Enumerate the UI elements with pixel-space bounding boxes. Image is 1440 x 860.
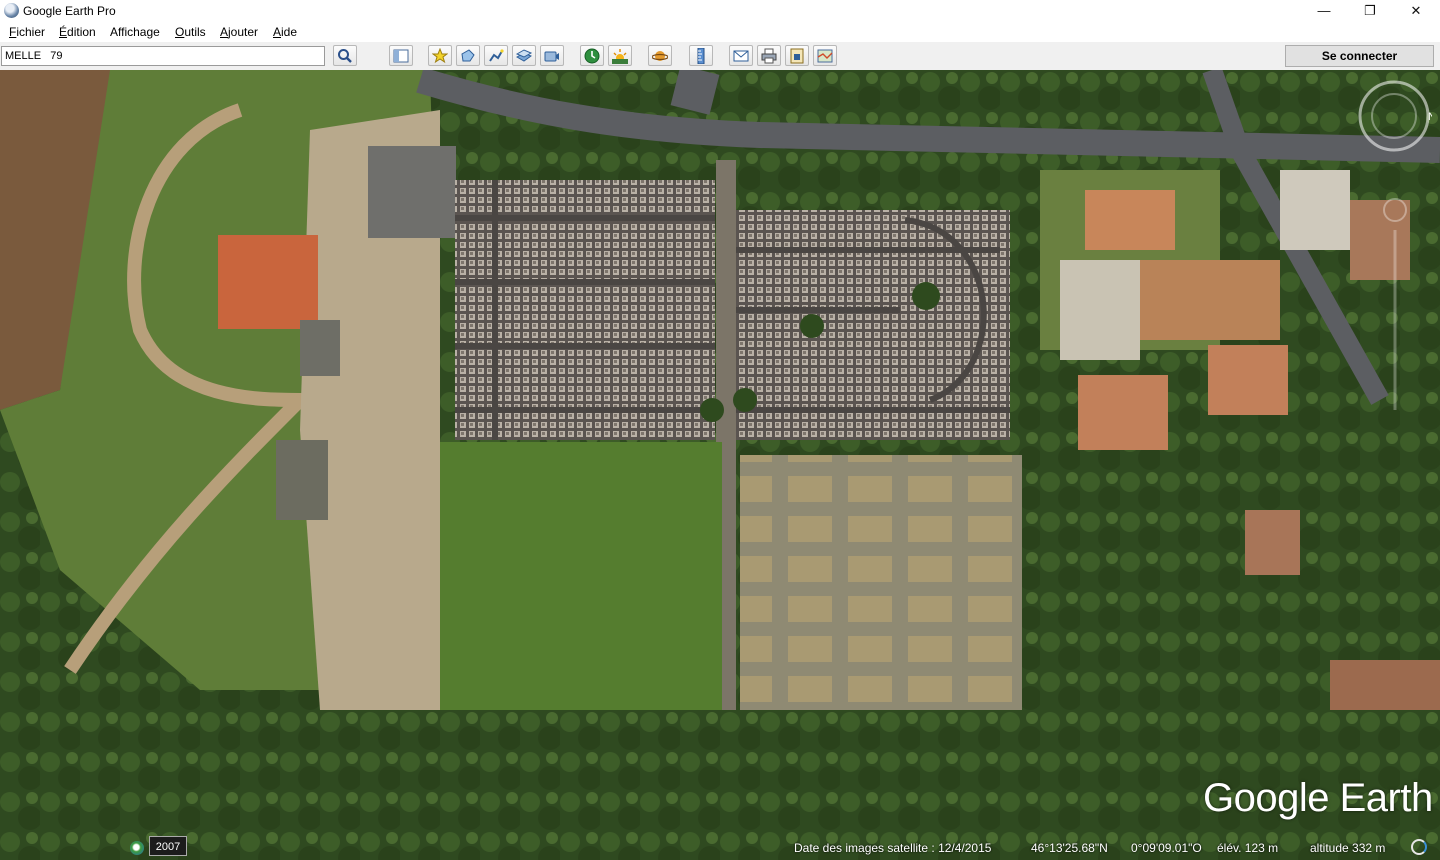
email-button[interactable] — [729, 45, 753, 66]
sunlight-icon — [612, 49, 628, 64]
imagery-date: Date des images satellite : 12/4/2015 — [794, 841, 992, 855]
add-polygon-button[interactable] — [456, 45, 480, 66]
menu-fichier[interactable]: Fichier — [9, 25, 45, 39]
path-icon — [489, 49, 504, 62]
search-input[interactable] — [1, 46, 325, 66]
satellite-imagery — [0, 70, 1440, 860]
save-image-button[interactable] — [785, 45, 809, 66]
view-in-maps-button[interactable] — [813, 45, 837, 66]
warehouse-roof — [368, 146, 456, 238]
email-icon — [733, 50, 749, 62]
minimize-button[interactable]: — — [1301, 0, 1347, 22]
print-button[interactable] — [757, 45, 781, 66]
orange-roof-building — [218, 235, 318, 329]
menu-ajouter[interactable]: Ajouter — [220, 25, 258, 39]
menu-aide[interactable]: Aide — [273, 25, 297, 39]
map-view[interactable]: N Google Earth — [0, 70, 1440, 860]
historical-imagery-icon[interactable] — [130, 841, 144, 855]
ruler-button[interactable] — [689, 45, 713, 66]
menu-bar: Fichier Édition Affichage Outils Ajouter… — [0, 22, 1440, 42]
eye-altitude-readout: altitude 332 m — [1310, 841, 1386, 855]
latitude-readout: 46°13'25.68"N — [1031, 841, 1108, 855]
record-tour-icon — [544, 51, 559, 62]
planets-button[interactable] — [648, 45, 672, 66]
sidebar-toggle-icon — [393, 49, 409, 63]
lawn — [440, 442, 722, 724]
save-image-icon — [790, 48, 804, 64]
menu-affichage[interactable]: Affichage — [110, 25, 160, 39]
cemetery-new-section — [740, 455, 1022, 720]
historical-imagery-button[interactable] — [580, 45, 604, 66]
sunlight-button[interactable] — [608, 45, 632, 66]
search-button[interactable] — [333, 45, 357, 66]
title-bar: Google Earth Pro — ❐ ✕ — [0, 0, 1440, 22]
cemetery-section — [735, 210, 1010, 440]
planets-icon — [652, 51, 668, 61]
add-image-overlay-button[interactable] — [512, 45, 536, 66]
longitude-readout: 0°09'09.01"O — [1131, 841, 1202, 855]
navigation-compass[interactable]: N — [1356, 78, 1432, 154]
toolbar: Se connecter — [0, 42, 1440, 71]
historical-imagery-icon — [584, 48, 600, 64]
search-icon — [338, 49, 352, 63]
menu-outils[interactable]: Outils — [175, 25, 206, 39]
ruler-icon — [697, 48, 705, 64]
google-earth-app-icon — [4, 3, 19, 18]
status-bar: 2007 Date des images satellite : 12/4/20… — [0, 834, 1440, 860]
polygon-icon — [461, 49, 475, 62]
print-icon — [761, 48, 777, 64]
restore-button[interactable]: ❐ — [1347, 0, 1393, 22]
sidebar-toggle-button[interactable] — [389, 45, 413, 66]
image-overlay-icon — [516, 49, 532, 62]
window-title: Google Earth Pro — [23, 4, 116, 18]
imagery-year-badge[interactable]: 2007 — [149, 836, 187, 856]
zoom-slider[interactable] — [1382, 190, 1408, 420]
google-earth-watermark: Google Earth — [1203, 776, 1433, 820]
view-in-maps-icon — [817, 49, 833, 63]
record-tour-button[interactable] — [540, 45, 564, 66]
add-path-button[interactable] — [484, 45, 508, 66]
placemark-icon — [432, 48, 448, 64]
close-button[interactable]: ✕ — [1393, 0, 1439, 22]
add-placemark-button[interactable] — [428, 45, 452, 66]
menu-edition[interactable]: Édition — [59, 25, 96, 39]
compass-north-label: N — [1428, 111, 1432, 123]
sign-in-button[interactable]: Se connecter — [1285, 45, 1434, 67]
elevation-readout: élév. 123 m — [1217, 841, 1279, 855]
streaming-progress-icon — [1411, 839, 1427, 855]
